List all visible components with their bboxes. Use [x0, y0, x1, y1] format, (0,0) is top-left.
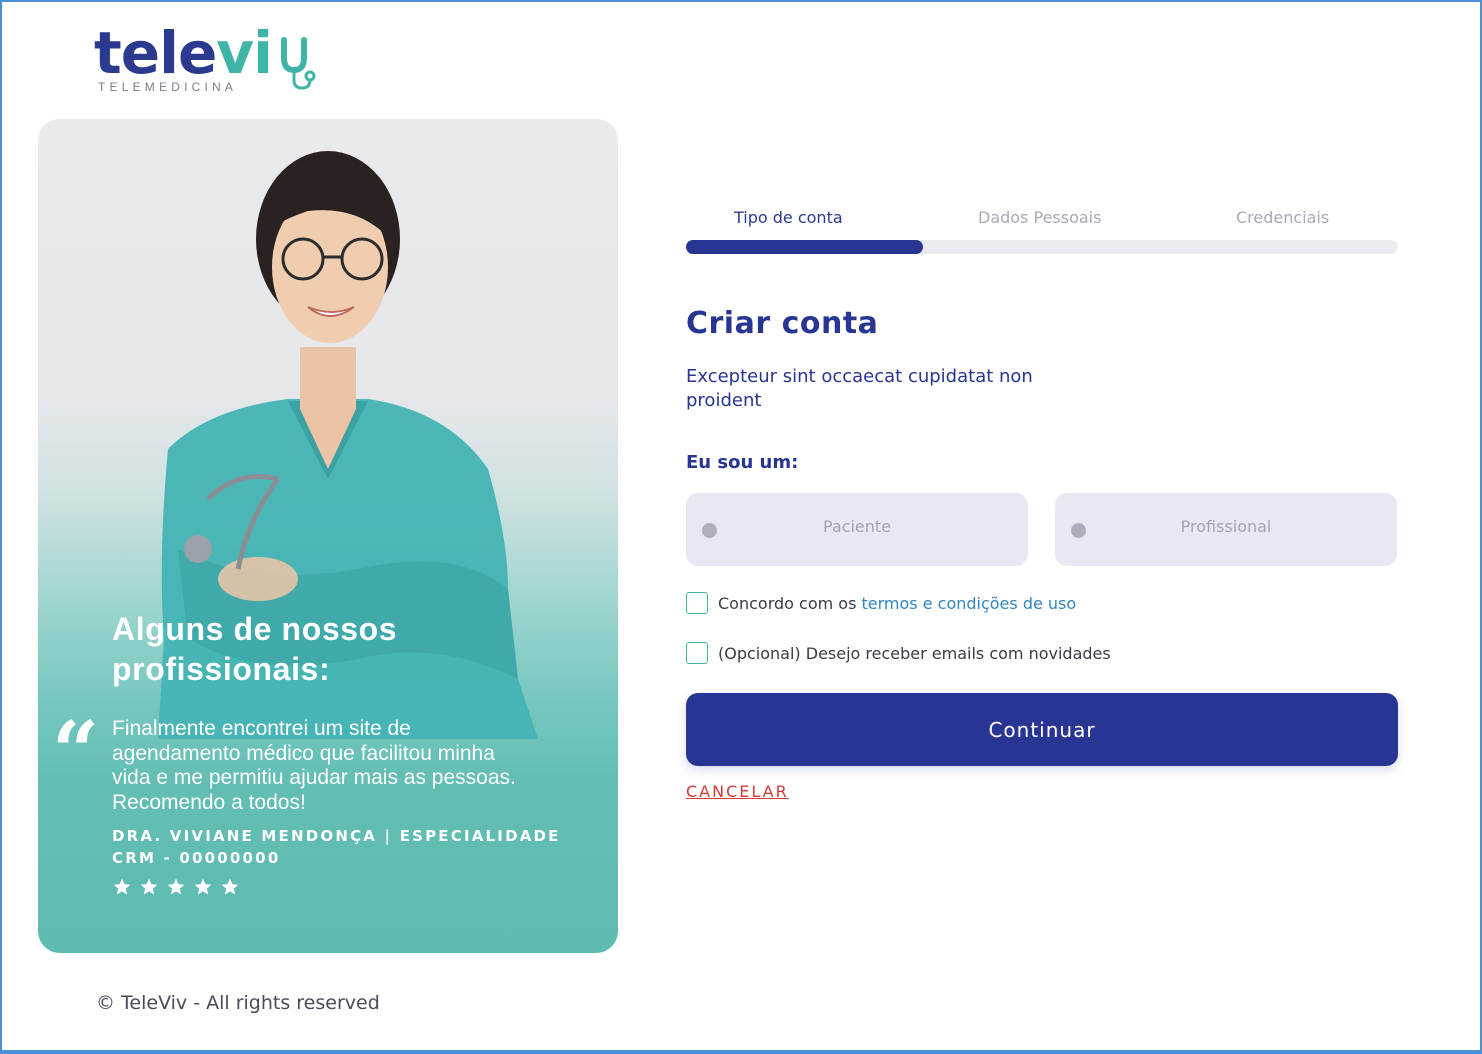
- testimonial-author: DRA. VIVIANE MENDONÇA | ESPECIALIDADE CR…: [112, 825, 582, 869]
- newsletter-text: (Opcional) Desejo receber emails com nov…: [718, 643, 1111, 663]
- star-icon: [167, 878, 185, 895]
- author-name: DRA. VIVIANE MENDONÇA | ESPECIALIDADE: [112, 827, 561, 845]
- logo-word-accent: vi: [216, 19, 273, 87]
- hero-title: Alguns de nossos profissionais:: [112, 611, 398, 687]
- terms-text: Concordo com os termos e condições de us…: [718, 594, 1076, 613]
- author-crm: CRM - 00000000: [112, 849, 281, 867]
- step-dados-pessoais[interactable]: Dados Pessoais: [978, 208, 1101, 227]
- cancel-link[interactable]: CANCELAR: [686, 782, 789, 801]
- continue-button[interactable]: Continuar: [686, 693, 1398, 766]
- form-title: Criar conta: [686, 306, 879, 341]
- rating-stars: [112, 877, 240, 897]
- step-credenciais[interactable]: Credenciais: [1236, 208, 1329, 227]
- terms-row: Concordo com os termos e condições de us…: [686, 592, 1076, 614]
- logo-word-primary: tele: [94, 19, 217, 87]
- terms-checkbox[interactable]: [686, 592, 708, 614]
- app-window: televi TELEMEDICINA Alguns de nossos pro…: [0, 0, 1482, 1054]
- logo-wordmark: televi: [94, 18, 273, 88]
- testimonial-quote: Finalmente encontrei um site de agendame…: [112, 717, 516, 814]
- step-tipo-de-conta[interactable]: Tipo de conta: [734, 208, 843, 227]
- newsletter-checkbox[interactable]: [686, 642, 708, 664]
- logo-tagline: TELEMEDICINA: [98, 80, 238, 94]
- stethoscope-icon: [281, 37, 316, 90]
- quote-icon: “: [52, 704, 100, 800]
- account-type-label: Eu sou um:: [686, 452, 799, 473]
- option-profissional-label: Profissional: [1180, 517, 1272, 536]
- option-paciente[interactable]: Paciente: [686, 493, 1028, 566]
- terms-link[interactable]: termos e condições de uso: [862, 594, 1077, 613]
- option-profissional[interactable]: Profissional: [1055, 493, 1397, 566]
- copyright-text: © TeleViv - All rights reserved: [96, 992, 380, 1014]
- terms-prefix: Concordo com os: [718, 593, 857, 613]
- star-icon: [221, 878, 239, 895]
- testimonial-card: Alguns de nossos profissionais: “ Finalm…: [38, 119, 618, 953]
- televiv-logo[interactable]: televi TELEMEDICINA: [94, 19, 324, 100]
- newsletter-row: (Opcional) Desejo receber emails com nov…: [686, 642, 1111, 664]
- star-icon: [140, 878, 158, 895]
- star-icon: [194, 878, 212, 895]
- progress-fill: [686, 240, 924, 254]
- progress-track: [686, 240, 1398, 254]
- form-subtitle: Excepteur sint occaecat cupidatat non pr…: [686, 366, 1033, 411]
- option-paciente-label: Paciente: [822, 517, 892, 536]
- star-icon: [113, 878, 131, 895]
